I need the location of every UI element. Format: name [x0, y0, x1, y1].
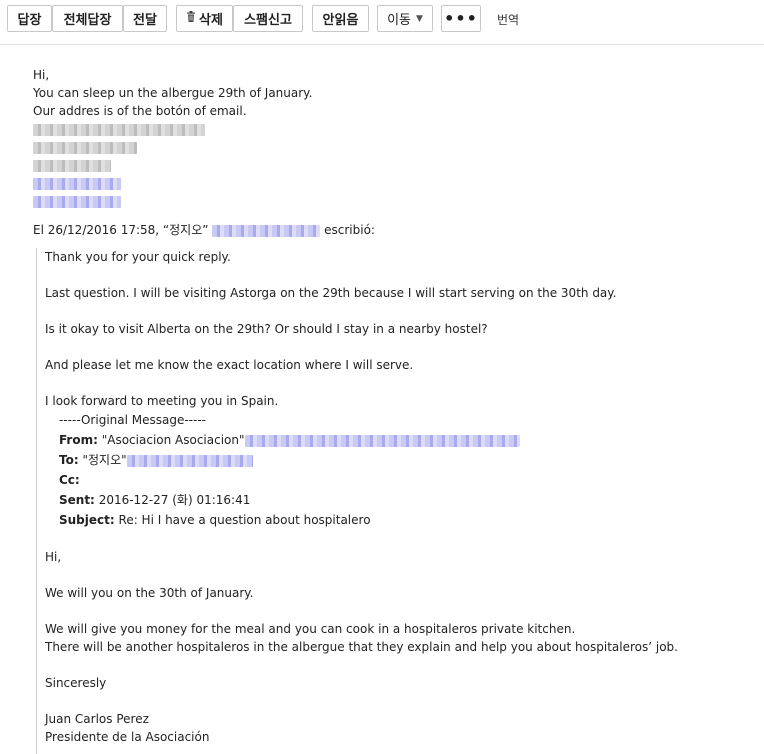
reply-all-button[interactable]: 전체답장: [52, 5, 123, 32]
from-label: From:: [59, 433, 98, 447]
redacted-email-link[interactable]: [126, 454, 253, 467]
redacted-signature-line: [33, 138, 753, 156]
signature-title: Presidente de la Asociación: [45, 730, 210, 744]
original-separator: -----Original Message-----: [59, 413, 206, 427]
more-dots-icon: •••: [444, 9, 478, 28]
sent-value: 2016-12-27 (화) 01:16:41: [98, 493, 251, 507]
spam-label: 스팸신고: [244, 13, 292, 28]
quoted-paragraph: Last question. I will be visiting Astorg…: [45, 286, 617, 300]
mail-toolbar: 답장 전체답장 전달 삭제 스팸신고 안읽음 이동 ▼ ••• 번역: [0, 0, 764, 45]
quoted-paragraph: I look forward to meeting you in Spain.: [45, 394, 279, 408]
reply-line-2: Our addres is of the botón of email.: [33, 104, 247, 118]
original-line: There will be another hospitaleros in th…: [45, 640, 678, 654]
sent-label: Sent:: [59, 493, 95, 507]
redacted-link-line[interactable]: [33, 174, 753, 192]
delete-label: 삭제: [199, 13, 223, 28]
original-closing: Sinceresly: [45, 676, 107, 690]
original-subject: Subject: Re: Hi I have a question about …: [45, 510, 756, 530]
move-label: 이동: [387, 13, 411, 28]
quoted-message: Thank you for your quick reply. Last que…: [36, 248, 756, 754]
quoted-paragraph: Is it okay to visit Alberta on the 29th?…: [45, 322, 488, 336]
to-label: To:: [59, 453, 79, 467]
redacted-link-line[interactable]: [33, 192, 753, 210]
subject-label: Subject:: [59, 513, 115, 527]
quote-intro-prefix: El 26/12/2016 17:58, “정지오”: [33, 223, 209, 237]
original-line: We will you on the 30th of January.: [45, 586, 254, 600]
to-value: "정지오": [82, 453, 127, 467]
quote-intro: El 26/12/2016 17:58, “정지오” escribió:: [33, 221, 753, 239]
original-from: From: "Asociacion Asociacion": [45, 430, 756, 450]
mark-unread-button[interactable]: 안읽음: [312, 5, 369, 32]
original-to: To: "정지오": [45, 450, 756, 470]
redacted-signature-line: [33, 156, 753, 174]
reply-line-1: You can sleep un the albergue 29th of Ja…: [33, 86, 313, 100]
reply-greeting: Hi,: [33, 68, 50, 82]
move-dropdown[interactable]: 이동 ▼: [377, 5, 433, 32]
spam-button[interactable]: 스팸신고: [233, 5, 303, 32]
from-value: "Asociacion Asociacion": [101, 433, 245, 447]
more-button[interactable]: •••: [441, 5, 481, 32]
trash-icon: [186, 11, 196, 26]
cc-label: Cc:: [59, 473, 80, 487]
reply-all-label: 전체답장: [63, 13, 112, 28]
signature-name: Juan Carlos Perez: [45, 712, 149, 726]
caret-down-icon: ▼: [416, 13, 423, 24]
original-greeting: Hi,: [45, 550, 62, 564]
quoted-paragraph: Thank you for your quick reply.: [45, 250, 231, 264]
quoted-paragraph: And please let me know the exact locatio…: [45, 358, 414, 372]
subject-value: Re: Hi I have a question about hospitale…: [118, 513, 371, 527]
quote-intro-suffix: escribió:: [324, 223, 375, 237]
redacted-email-link[interactable]: [244, 434, 520, 447]
original-line: We will give you money for the meal and …: [45, 622, 576, 636]
translate-link[interactable]: 번역: [497, 11, 519, 28]
mail-body: Hi, You can sleep un the albergue 29th o…: [33, 66, 753, 239]
reply-button[interactable]: 답장: [7, 5, 52, 32]
redacted-email-link[interactable]: [212, 224, 321, 237]
forward-button[interactable]: 전달: [123, 5, 167, 32]
unread-label: 안읽음: [322, 13, 359, 28]
delete-button[interactable]: 삭제: [176, 5, 233, 32]
original-sent: Sent: 2016-12-27 (화) 01:16:41: [45, 490, 756, 510]
redacted-signature-line: [33, 120, 753, 138]
forward-label: 전달: [133, 13, 157, 28]
original-cc: Cc:: [45, 470, 756, 490]
reply-label: 답장: [17, 13, 42, 28]
